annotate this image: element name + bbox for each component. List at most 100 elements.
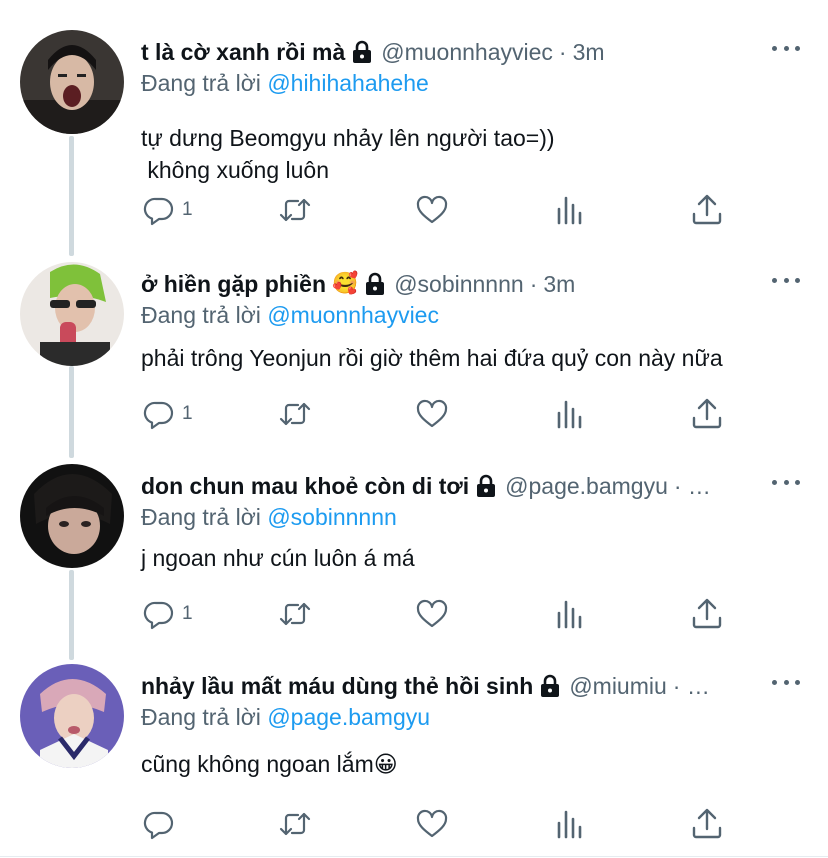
avatar[interactable]	[20, 262, 124, 366]
reply-prefix: Đang trả lời	[141, 302, 261, 328]
tweet[interactable]: ở hiền gặp phiền 🥰 @sobinnnnn · 3m Đang …	[0, 262, 828, 462]
share-button[interactable]	[690, 394, 724, 434]
user-handle[interactable]: @miumiu	[569, 673, 666, 700]
timestamp[interactable]: 3m	[543, 271, 575, 298]
name-emoji: 🥰	[332, 272, 359, 295]
more-dot	[783, 45, 789, 51]
action-bar	[0, 804, 828, 844]
stats-button[interactable]	[553, 594, 587, 634]
retweet-button[interactable]	[278, 394, 312, 434]
more-dots-icon	[772, 679, 777, 685]
more-dot	[795, 45, 800, 51]
separator: ·	[529, 270, 538, 297]
display-name[interactable]: don chun mau khoẻ còn di tơi	[141, 473, 469, 500]
stats-button[interactable]	[553, 190, 587, 230]
more-options-button[interactable]	[772, 478, 800, 486]
tweet-text: j ngoan như cún luôn á má	[141, 545, 415, 571]
retweet-icon	[279, 812, 311, 836]
stats-button[interactable]	[553, 804, 587, 844]
reply-button[interactable]	[142, 804, 182, 844]
avatar[interactable]	[20, 664, 124, 768]
more-dots-icon	[772, 45, 777, 51]
bar-chart-icon	[557, 196, 582, 225]
timestamp[interactable]: 3m	[573, 39, 605, 66]
reply-prefix: Đang trả lời	[141, 504, 261, 530]
tweet-text: tự dưng Beomgyu nhảy lên người tao=)) kh…	[141, 125, 555, 183]
reply-button[interactable]: 1	[142, 190, 193, 230]
reply-count: 1	[182, 199, 193, 220]
reply-prefix: Đang trả lời	[141, 70, 261, 96]
reply-button[interactable]: 1	[142, 594, 193, 634]
bottom-divider	[0, 856, 828, 857]
tweet-text: phải trông Yeonjun rồi giờ thêm hai đứa …	[141, 345, 723, 371]
tweet-header: don chun mau khoẻ còn di tơi @page.bamgy…	[141, 468, 758, 504]
like-button[interactable]	[415, 394, 449, 434]
reply-icon	[143, 811, 174, 840]
tweet-header: ở hiền gặp phiền 🥰 @sobinnnnn · 3m	[141, 266, 758, 302]
display-name[interactable]: nhảy lầu mất máu dùng thẻ hồi sinh	[141, 673, 533, 700]
more-dot	[783, 479, 789, 485]
tweet-header: nhảy lầu mất máu dùng thẻ hồi sinh @mium…	[141, 668, 758, 704]
reply-icon	[143, 601, 174, 630]
reply-context: Đang trả lời @hihihahahehe	[141, 70, 429, 97]
share-icon	[692, 194, 722, 225]
reply-to-link[interactable]: @muonnhayviec	[267, 302, 439, 328]
reply-button[interactable]: 1	[142, 394, 193, 434]
tweet-text: cũng không ngoan lắm😀	[141, 751, 398, 777]
share-button[interactable]	[690, 594, 724, 634]
lock-icon	[541, 674, 560, 697]
user-handle[interactable]: @muonnhayviec	[381, 39, 553, 66]
more-dot	[795, 277, 800, 283]
avatar[interactable]	[20, 464, 124, 568]
reply-to-link[interactable]: @page.bamgyu	[267, 704, 430, 730]
share-icon	[692, 398, 722, 429]
avatar-image	[20, 30, 124, 134]
retweet-icon	[279, 402, 311, 426]
like-button[interactable]	[415, 804, 449, 844]
reply-to-link[interactable]: @sobinnnnn	[267, 504, 397, 530]
share-button[interactable]	[690, 190, 724, 230]
separator: · …	[673, 472, 711, 499]
user-handle[interactable]: @sobinnnnn	[394, 271, 524, 298]
more-options-button[interactable]	[772, 276, 800, 284]
like-button[interactable]	[415, 594, 449, 634]
reply-context: Đang trả lời @muonnhayviec	[141, 302, 439, 329]
more-dot	[783, 277, 789, 283]
bar-chart-icon	[557, 400, 582, 429]
avatar[interactable]	[20, 30, 124, 134]
tweet[interactable]: don chun mau khoẻ còn di tơi @page.bamgy…	[0, 464, 828, 664]
like-button[interactable]	[415, 190, 449, 230]
more-options-button[interactable]	[772, 44, 800, 52]
display-name[interactable]: ở hiền gặp phiền	[141, 271, 326, 298]
share-icon	[692, 598, 722, 629]
reply-to-link[interactable]: @hihihahahehe	[267, 70, 428, 96]
lock-icon	[477, 474, 496, 497]
retweet-button[interactable]	[278, 190, 312, 230]
avatar-image	[20, 262, 124, 366]
tweet[interactable]: t là cờ xanh rồi mà @muonnhayviec · 3m Đ…	[0, 30, 828, 250]
action-bar: 1	[0, 394, 828, 434]
avatar-image	[20, 464, 124, 568]
more-dots-icon	[772, 479, 777, 485]
tweet-header: t là cờ xanh rồi mà @muonnhayviec · 3m	[141, 34, 758, 70]
reply-icon	[143, 197, 174, 226]
heart-icon	[416, 399, 448, 428]
reply-context: Đang trả lời @sobinnnnn	[141, 504, 397, 531]
display-name[interactable]: t là cờ xanh rồi mà	[141, 39, 345, 66]
more-dot	[783, 679, 789, 685]
reply-count: 1	[182, 403, 193, 424]
action-bar: 1	[0, 594, 828, 634]
lock-icon	[353, 40, 372, 63]
user-handle[interactable]: @page.bamgyu	[505, 473, 668, 500]
reply-prefix: Đang trả lời	[141, 704, 261, 730]
more-dot	[795, 679, 800, 685]
reply-count: 1	[182, 603, 193, 624]
more-options-button[interactable]	[772, 678, 800, 686]
share-button[interactable]	[690, 804, 724, 844]
tweet[interactable]: nhảy lầu mất máu dùng thẻ hồi sinh @mium…	[0, 664, 828, 858]
stats-button[interactable]	[553, 394, 587, 434]
retweet-button[interactable]	[278, 594, 312, 634]
lock-icon	[366, 272, 385, 295]
retweet-button[interactable]	[278, 804, 312, 844]
more-dots-icon	[772, 277, 777, 283]
